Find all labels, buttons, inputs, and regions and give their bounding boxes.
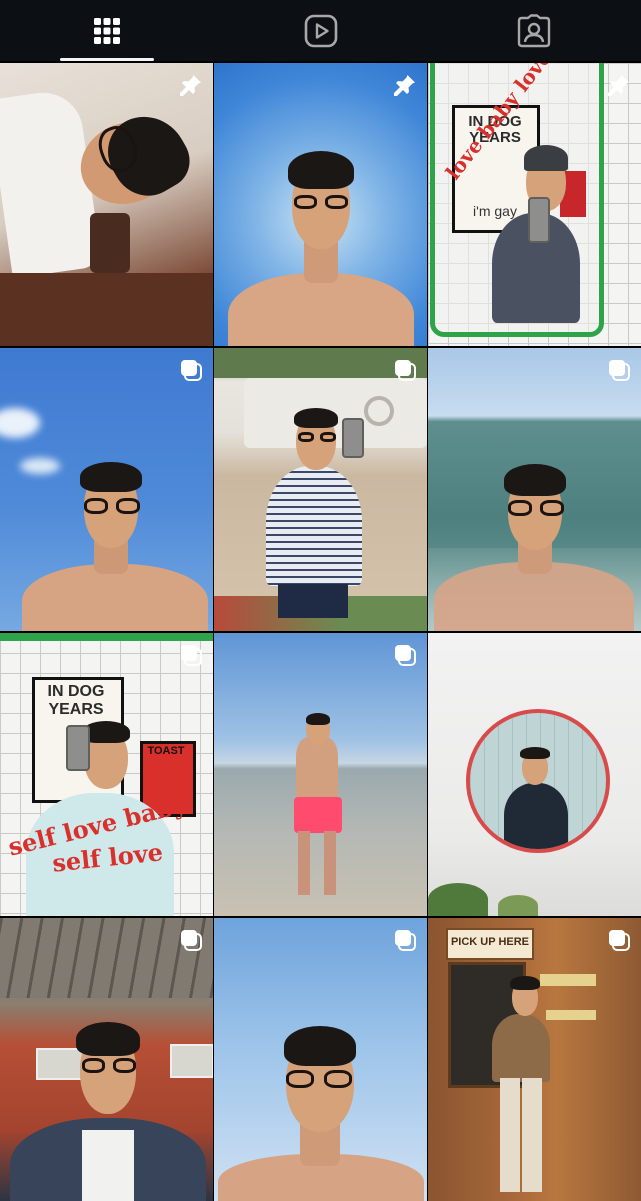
photo-mirror-selfie-tiled-wall: IN DOG YEARS i'm gay love baby love xyxy=(428,63,641,346)
post-tile-5[interactable] xyxy=(214,348,427,631)
posts-grid: IN DOG YEARS i'm gay love baby love IN D… xyxy=(0,63,641,1201)
carousel-icon xyxy=(609,930,630,951)
post-tile-4[interactable] xyxy=(0,348,213,631)
photo-selfie-in-sea xyxy=(428,348,641,631)
photo-round-mirror-selfie xyxy=(428,633,641,916)
profile-tab-bar xyxy=(0,0,641,61)
carousel-icon xyxy=(395,645,416,666)
photo-beach-walk-pink-shorts xyxy=(214,633,427,916)
pinned-icon xyxy=(394,75,415,96)
post-tile-8[interactable] xyxy=(214,633,427,916)
carousel-icon xyxy=(181,930,202,951)
photo-street-selfie-white-wall xyxy=(214,348,427,631)
grid-icon xyxy=(93,17,120,44)
photo-tiled-wall-selfie: IN DOG YEARS TOAST self love baby self l… xyxy=(0,633,213,916)
tab-tagged[interactable] xyxy=(427,0,641,61)
post-tile-1[interactable] xyxy=(0,63,213,346)
reels-play-icon xyxy=(304,14,337,47)
photo-shop-standing: PICK UP HERE xyxy=(428,918,641,1201)
post-tile-12[interactable]: PICK UP HERE xyxy=(428,918,641,1201)
poster-text-in-dog: IN DOG xyxy=(47,683,105,700)
carousel-icon xyxy=(181,360,202,381)
shop-sign-pick-up-here: PICK UP HERE xyxy=(450,936,530,948)
post-tile-9[interactable] xyxy=(428,633,641,916)
sign-text-toast: TOAST xyxy=(147,745,185,757)
photo-selfie-blue-sky xyxy=(214,63,427,346)
carousel-icon xyxy=(609,360,630,381)
post-tile-2[interactable] xyxy=(214,63,427,346)
photo-restaurant-selfie xyxy=(0,918,213,1201)
tab-posts-grid[interactable] xyxy=(0,0,214,61)
tab-reels[interactable] xyxy=(214,0,428,61)
post-tile-10[interactable] xyxy=(0,918,213,1201)
pinned-icon xyxy=(180,75,201,96)
poster-text-years: YEARS xyxy=(48,701,104,718)
carousel-icon xyxy=(395,360,416,381)
active-tab-indicator xyxy=(60,58,154,61)
post-tile-11[interactable] xyxy=(214,918,427,1201)
photo-selfie-tilted-indoor xyxy=(0,63,213,346)
pinned-icon xyxy=(608,75,629,96)
post-tile-7[interactable]: IN DOG YEARS TOAST self love baby self l… xyxy=(0,633,213,916)
tagged-person-icon xyxy=(517,13,551,47)
post-tile-3[interactable]: IN DOG YEARS i'm gay love baby love xyxy=(428,63,641,346)
post-tile-6[interactable] xyxy=(428,348,641,631)
photo-selfie-pale-sky xyxy=(214,918,427,1201)
photo-selfie-sky-clouds xyxy=(0,348,213,631)
carousel-icon xyxy=(395,930,416,951)
carousel-icon xyxy=(181,645,202,666)
